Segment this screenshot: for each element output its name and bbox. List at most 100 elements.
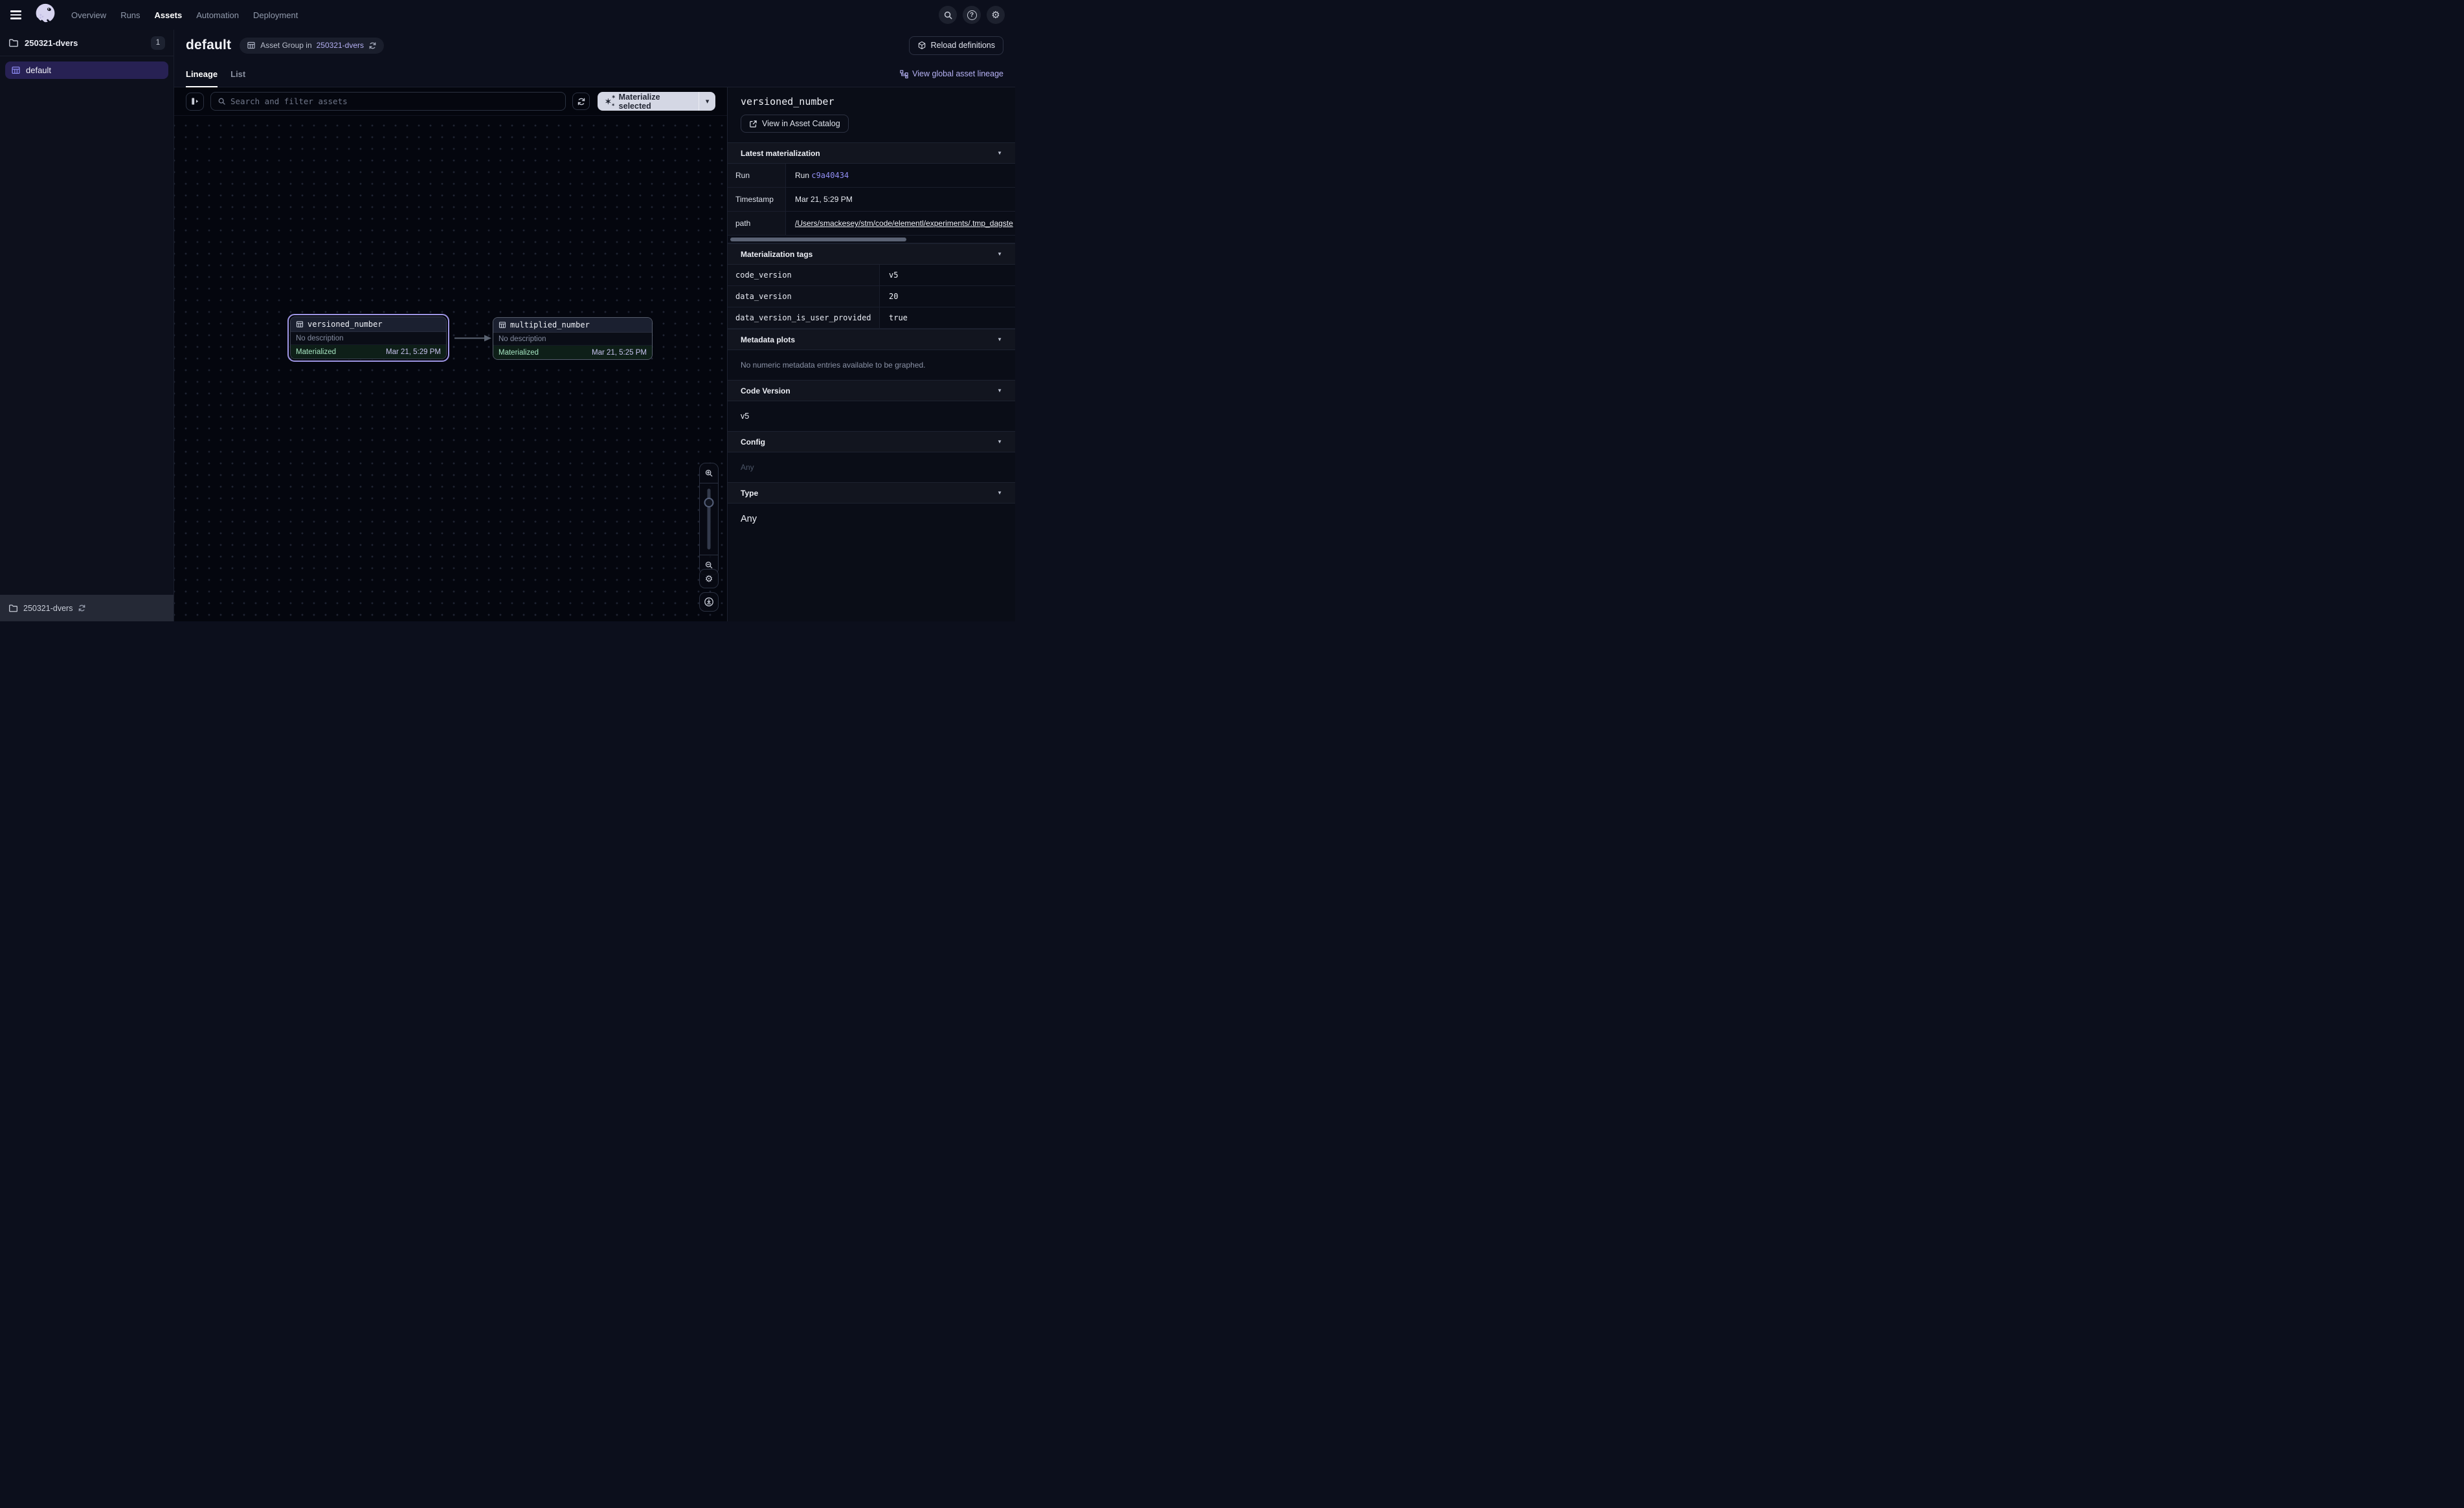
asset-node-name: multiplied_number [510,320,590,329]
path-link[interactable]: /Users/smackesey/stm/code/elementl/exper… [795,219,1013,228]
asset-detail-panel: versioned_number View in Asset Catalog L… [727,87,1015,621]
sync-icon [368,41,377,50]
asset-node-multiplied-number[interactable]: multiplied_number No description Materia… [493,317,653,360]
row-value-path: /Users/smackesey/stm/code/elementl/exper… [786,212,1015,236]
page-title: default [186,38,231,53]
scrollbar-thumb[interactable] [730,238,906,241]
section-title: Metadata plots [741,335,795,344]
tab-list[interactable]: List [230,61,245,87]
asset-sidebar: 250321-dvers 1 default 250321-dvers [0,30,174,621]
download-icon [704,597,714,607]
horizontal-scrollbar [728,236,1015,243]
tab-lineage[interactable]: Lineage [186,61,218,87]
gear-icon: ⚙ [991,10,1000,20]
top-navigation: Overview Runs Assets Automation Deployme… [0,0,1015,30]
download-graph-button[interactable] [699,592,719,612]
lineage-edge-arrow [454,334,492,342]
row-value-timestamp: Mar 21, 5:29 PM [786,188,1015,212]
settings-button[interactable]: ⚙ [987,6,1005,24]
materialized-status: Materialized [296,348,336,356]
zoom-out-icon [704,560,713,570]
config-value: Any [728,452,1015,482]
sync-icon [78,604,86,612]
tag-key: data_version [728,286,880,307]
section-materialization-tags[interactable]: Materialization tags ▼ [728,243,1015,265]
search-icon [943,10,953,20]
badge-location-link[interactable]: 250321-dvers [317,41,364,50]
sidebar-item-default[interactable]: default [5,61,168,79]
badge-sync-button[interactable] [368,41,377,50]
nav-overview[interactable]: Overview [71,10,106,20]
chevron-down-icon: ▼ [997,388,1002,394]
refresh-graph-button[interactable] [572,93,590,110]
search-button[interactable] [939,6,957,24]
materialize-label: Materialize selected [619,93,691,111]
sparkles-icon: ✶✶✶ [605,97,614,106]
type-value: Any [728,504,1015,535]
view-global-asset-lineage-link[interactable]: View global asset lineage [900,61,1003,87]
lineage-canvas[interactable]: versioned_number No description Material… [174,116,727,621]
sidebar-footer: 250321-dvers [0,595,174,621]
expand-panel-button[interactable] [186,93,204,111]
lineage-graph-icon [900,70,908,78]
nav-deployment[interactable]: Deployment [253,10,298,20]
graph-settings-button[interactable]: ⚙ [699,569,719,588]
reload-location-button[interactable] [78,604,86,612]
nav-automation[interactable]: Automation [196,10,239,20]
chevron-down-icon: ▼ [997,150,1002,156]
asset-search-box [210,92,566,111]
asset-node-description: No description [493,333,652,346]
zoom-slider[interactable] [700,483,718,555]
reload-definitions-button[interactable]: Reload definitions [909,36,1003,55]
hamburger-menu-icon[interactable] [10,7,26,23]
help-button[interactable]: ? [963,6,981,24]
folder-icon [8,603,18,613]
sidebar-code-location-row[interactable]: 250321-dvers 1 [0,30,174,56]
folder-icon [8,38,19,48]
materialize-options-button[interactable]: ▾ [699,92,715,111]
row-label-run: Run [728,164,786,188]
section-latest-materialization[interactable]: Latest materialization ▼ [728,142,1015,164]
tag-key: data_version_is_user_provided [728,307,880,329]
code-location-name: 250321-dvers [25,38,78,48]
help-icon: ? [967,10,977,20]
asset-node-versioned-number[interactable]: versioned_number No description Material… [287,314,449,362]
tag-value: 20 [880,286,1015,307]
asset-count-badge: 1 [151,36,165,50]
chevron-down-icon: ▾ [706,97,710,105]
dagster-logo[interactable] [34,3,57,27]
section-title: Latest materialization [741,149,820,158]
tag-value: v5 [880,265,1015,286]
asset-group-icon [11,65,21,75]
chevron-down-icon: ▼ [997,337,1002,342]
nav-runs[interactable]: Runs [120,10,140,20]
section-config[interactable]: Config ▼ [728,431,1015,452]
materialize-button[interactable]: ✶✶✶ Materialize selected [598,92,699,111]
panel-asset-title: versioned_number [741,96,1002,107]
zoom-slider-thumb[interactable] [704,498,714,507]
materialize-split-button: ✶✶✶ Materialize selected ▾ [598,92,715,111]
nav-assets[interactable]: Assets [155,10,183,20]
section-metadata-plots[interactable]: Metadata plots ▼ [728,329,1015,350]
section-code-version[interactable]: Code Version ▼ [728,380,1015,401]
zoom-in-icon [704,469,713,478]
zoom-in-button[interactable] [700,463,718,483]
latest-materialization-table: Run Run c9a40434 Timestamp Mar 21, 5:29 … [728,164,1015,236]
main-nav: Overview Runs Assets Automation Deployme… [71,10,298,20]
metadata-plots-empty-text: No numeric metadata entries available to… [728,350,1015,380]
materialized-timestamp: Mar 21, 5:29 PM [386,348,441,356]
section-type[interactable]: Type ▼ [728,482,1015,504]
global-lineage-label: View global asset lineage [912,69,1003,78]
search-input[interactable] [230,96,559,106]
section-title: Code Version [741,386,790,395]
reload-definitions-label: Reload definitions [931,41,995,50]
view-in-asset-catalog-button[interactable]: View in Asset Catalog [741,115,849,133]
asset-group-badge: Asset Group in 250321-dvers [240,38,384,54]
external-link-icon [749,120,757,128]
run-id-link[interactable]: c9a40434 [811,171,849,180]
asset-node-description: No description [291,332,446,345]
section-title: Materialization tags [741,250,812,259]
lineage-view: ✶✶✶ Materialize selected ▾ [174,87,727,621]
row-label-path: path [728,212,786,236]
section-title: Type [741,489,758,498]
